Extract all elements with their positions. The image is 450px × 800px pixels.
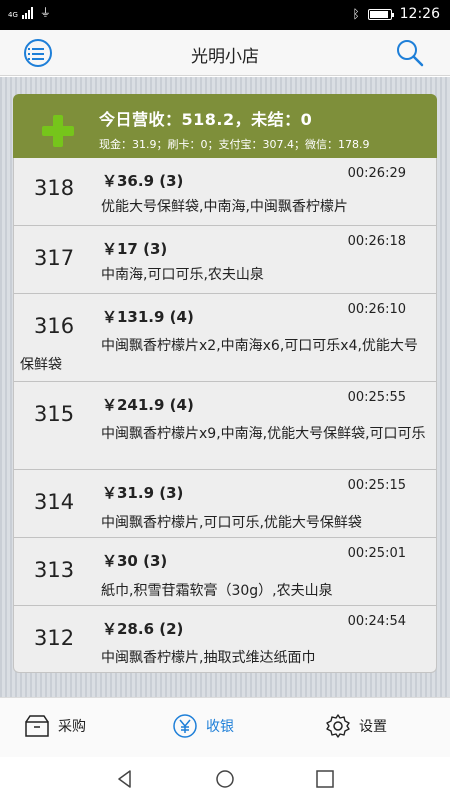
bluetooth-icon: ᛒ xyxy=(352,7,360,21)
nav-checkout[interactable]: 收银 xyxy=(172,713,234,739)
status-right: ᛒ 12:26 xyxy=(352,6,440,22)
battery-icon xyxy=(367,8,394,20)
order-row[interactable]: 318 ￥36.9 (3) 00:26:29 优能大号保鲜袋,中南海,中闽飘香柠… xyxy=(14,158,436,226)
order-items: 优能大号保鲜袋,中南海,中闽飘香柠檬片 xyxy=(101,199,348,215)
bottom-nav: 采购 收银 设置 xyxy=(0,697,450,757)
yen-icon xyxy=(173,714,197,738)
order-row[interactable]: 315 ￥241.9 (4) 00:25:55 中闽飘香柠檬片x9,中南海,优能… xyxy=(14,382,436,470)
status-left: 4G ⏚ xyxy=(8,7,51,19)
page-title: 光明小店 xyxy=(191,47,259,67)
sales-card: 今日营收：518.2，未结：0 现金：31.9；刷卡：0；支付宝：307.4；微… xyxy=(13,94,437,750)
recents-icon[interactable] xyxy=(315,769,335,789)
order-amount: ￥31.9 (3) xyxy=(102,484,184,502)
revenue-title: 今日营收：518.2，未结：0 xyxy=(99,110,313,129)
order-row[interactable]: 312 ￥28.6 (2) 00:24:54 中闽飘香柠檬片,抽取式维达纸面巾 xyxy=(14,606,436,672)
order-items: 中南海,可口可乐,农夫山泉 xyxy=(101,267,264,283)
box-icon xyxy=(25,715,49,737)
order-amount: ￥241.9 (4) xyxy=(102,396,194,414)
app-header: 光明小店 xyxy=(0,30,450,76)
order-time: 00:26:10 xyxy=(347,302,406,317)
add-icon[interactable] xyxy=(41,114,75,148)
nav-checkout-label: 收银 xyxy=(206,719,234,735)
order-items: 中闽飘香柠檬片,抽取式维达纸面巾 xyxy=(101,650,316,666)
order-row[interactable]: 313 ￥30 (3) 00:25:01 紙巾,积雪苷霜软膏（30g）,农夫山泉 xyxy=(14,538,436,606)
order-time: 00:26:29 xyxy=(347,166,406,181)
order-number: 312 xyxy=(34,626,75,650)
order-time: 00:25:15 xyxy=(347,478,406,493)
order-amount: ￥36.9 (3) xyxy=(102,172,184,190)
order-amount: ￥17 (3) xyxy=(102,240,168,258)
revenue-summary: 今日营收：518.2，未结：0 现金：31.9；刷卡：0；支付宝：307.4；微… xyxy=(13,94,437,158)
order-time: 00:25:55 xyxy=(347,390,406,405)
usb-icon: ⏚ xyxy=(39,6,51,19)
order-number: 314 xyxy=(34,490,75,514)
search-icon[interactable] xyxy=(395,38,425,68)
order-number: 315 xyxy=(34,402,75,426)
order-time: 00:24:54 xyxy=(347,614,406,629)
order-amount: ￥30 (3) xyxy=(102,552,168,570)
order-number: 318 xyxy=(34,176,75,200)
order-items: 中闽飘香柠檬片x9,中南海,优能大号保鲜袋,可口可乐 xyxy=(101,426,426,442)
nav-settings-label: 设置 xyxy=(359,719,387,735)
network-type: 4G xyxy=(8,11,18,19)
order-items: 紙巾,积雪苷霜软膏（30g）,农夫山泉 xyxy=(101,583,333,599)
status-bar: 4G ⏚ ᛒ 12:26 xyxy=(0,0,450,30)
order-row[interactable]: 314 ￥31.9 (3) 00:25:15 中闽飘香柠檬片,可口可乐,优能大号… xyxy=(14,470,436,538)
order-row[interactable]: 317 ￥17 (3) 00:26:18 中南海,可口可乐,农夫山泉 xyxy=(14,226,436,294)
system-nav-bar xyxy=(0,757,450,800)
signal-icon xyxy=(21,7,33,19)
order-list: 318 ￥36.9 (3) 00:26:29 优能大号保鲜袋,中南海,中闽飘香柠… xyxy=(13,158,437,673)
order-amount: ￥131.9 (4) xyxy=(102,308,194,326)
order-number: 313 xyxy=(34,558,75,582)
gear-icon xyxy=(326,714,350,738)
order-items: 中闽飘香柠檬片,可口可乐,优能大号保鲜袋 xyxy=(101,515,362,531)
home-icon[interactable] xyxy=(215,769,235,789)
order-number: 316 xyxy=(34,314,75,338)
nav-settings[interactable]: 设置 xyxy=(325,713,387,739)
order-time: 00:26:18 xyxy=(347,234,406,249)
content-area[interactable]: 今日营收：518.2，未结：0 现金：31.9；刷卡：0；支付宝：307.4；微… xyxy=(0,77,450,697)
nav-purchase[interactable]: 采购 xyxy=(24,713,86,739)
back-icon[interactable] xyxy=(115,769,135,789)
order-items: 中闽飘香柠檬片x2,中南海x6,可口可乐x4,优能大号保鲜袋 xyxy=(20,338,418,373)
nav-purchase-label: 采购 xyxy=(58,719,86,735)
order-amount: ￥28.6 (2) xyxy=(102,620,184,638)
order-row[interactable]: 316 ￥131.9 (4) 00:26:10 中闽飘香柠檬片x2,中南海x6,… xyxy=(14,294,436,382)
payment-breakdown: 现金：31.9；刷卡：0；支付宝：307.4；微信：178.9 xyxy=(99,138,370,151)
clock: 12:26 xyxy=(399,6,440,22)
order-time: 00:25:01 xyxy=(347,546,406,561)
